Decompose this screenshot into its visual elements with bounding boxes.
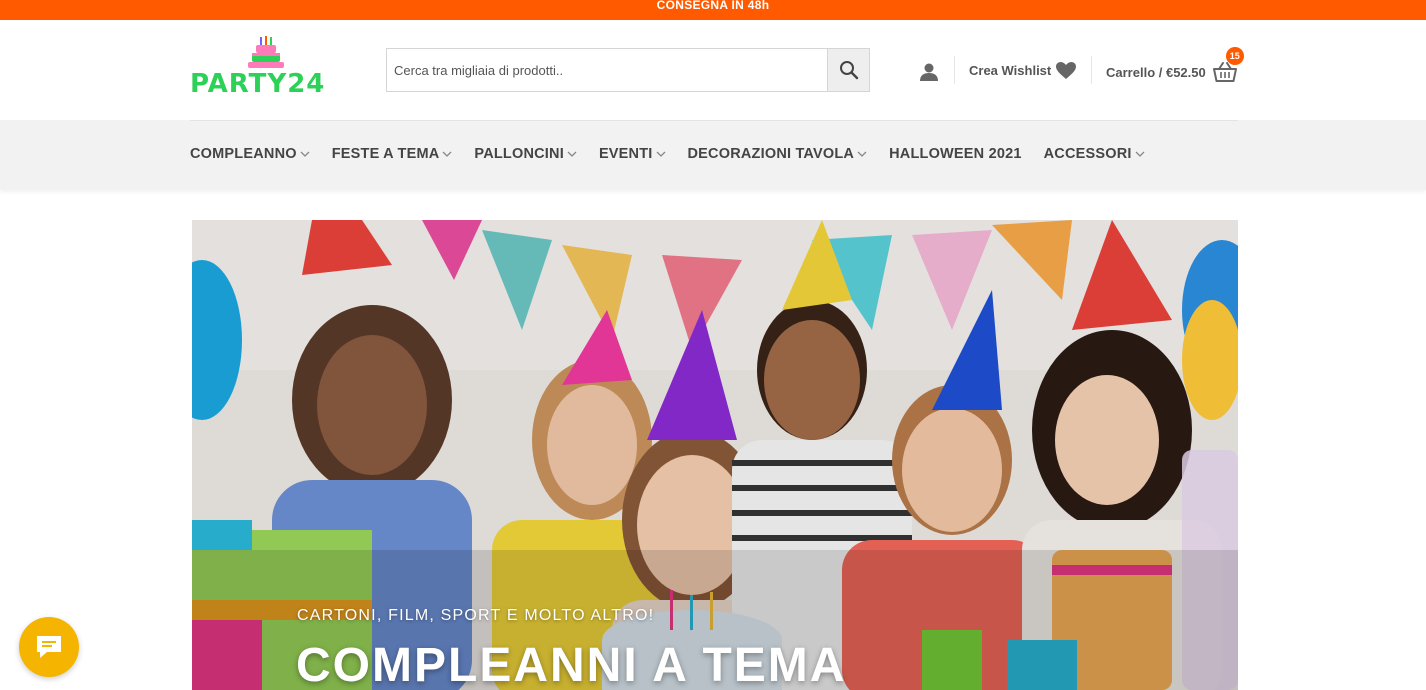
cart-label: Carrello / €52.50 (1106, 64, 1206, 80)
chevron-down-icon (656, 151, 665, 157)
chevron-down-icon (300, 151, 310, 157)
search-button[interactable] (827, 49, 869, 91)
nav-item-label: COMPLEANNO (190, 146, 297, 162)
chevron-down-icon (567, 151, 577, 157)
chevron-down-icon (857, 151, 867, 157)
search-input[interactable] (387, 49, 827, 91)
hero-title: COMPLEANNI A TEMA (296, 639, 847, 690)
nav-item-decorazioni-tavola[interactable]: DECORAZIONI TAVOLA (688, 146, 868, 162)
nav-item-label: DECORAZIONI TAVOLA (687, 146, 855, 162)
chat-icon (37, 636, 61, 658)
nav-item-label: HALLOWEEN 2021 (889, 146, 1022, 162)
logo-wordmark: PARTY24 (190, 69, 326, 99)
search-bar (386, 48, 870, 92)
nav-item-compleanno[interactable]: COMPLEANNO (190, 146, 310, 162)
nav-item-palloncini[interactable]: PALLONCINI (474, 146, 577, 162)
announcement-text: CONSEGNA IN 48h (656, 0, 770, 12)
site-logo[interactable]: PARTY24 (190, 35, 350, 101)
wishlist-label: Crea Wishlist (969, 63, 1052, 78)
chat-button[interactable] (19, 617, 79, 677)
cake-logo-icon (248, 36, 284, 68)
nav-item-feste-a-tema[interactable]: FESTE A TEMA (332, 146, 453, 162)
hero-banner[interactable]: CARTONI, FILM, SPORT E MOLTO ALTRO! COMP… (192, 220, 1238, 690)
nav-item-label: ACCESSORI (1043, 146, 1132, 162)
nav-divider (190, 120, 1238, 121)
nav-item-label: FESTE A TEMA (331, 146, 440, 162)
cart-link[interactable]: Carrello / €52.50 15 (1106, 47, 1244, 83)
chevron-down-icon (1135, 151, 1145, 157)
wishlist-link[interactable]: Crea Wishlist (969, 61, 1077, 80)
nav-item-label: EVENTI (598, 146, 653, 162)
heart-icon (1056, 62, 1077, 79)
site-header: PARTY24 Crea Wishlist Carrello / €52.50 (0, 20, 1426, 120)
hero-subtitle: CARTONI, FILM, SPORT E MOLTO ALTRO! (297, 607, 655, 624)
header-divider (1091, 56, 1092, 84)
main-navigation: COMPLEANNO FESTE A TEMA PALLONCINI EVENT… (0, 120, 1426, 190)
nav-item-accessori[interactable]: ACCESSORI (1044, 146, 1145, 162)
nav-items: COMPLEANNO FESTE A TEMA PALLONCINI EVENT… (190, 146, 1167, 162)
search-icon (839, 61, 858, 80)
cart-icon-wrap: 15 (1212, 47, 1244, 83)
cart-count-badge: 15 (1225, 47, 1244, 65)
top-announcement-bar: CONSEGNA IN 48h (0, 0, 1426, 20)
chevron-down-icon (442, 151, 452, 157)
nav-item-label: PALLONCINI (474, 146, 564, 162)
nav-item-halloween-2021[interactable]: HALLOWEEN 2021 (889, 146, 1022, 162)
nav-item-eventi[interactable]: EVENTI (599, 146, 666, 162)
user-icon[interactable] (919, 62, 939, 82)
header-divider (954, 56, 955, 84)
